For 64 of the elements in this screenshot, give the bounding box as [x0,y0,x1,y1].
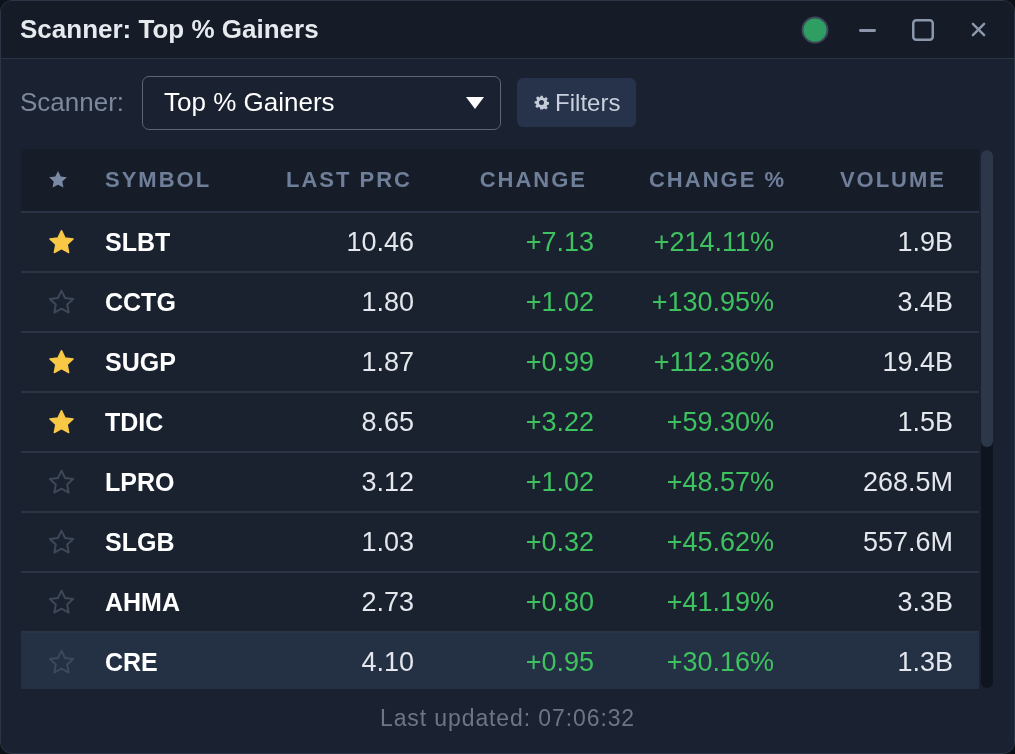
table-cell-text: +7.13 [524,226,594,258]
table-row[interactable]: SUGP 1.87 +0.99 +112.36% 19.4B [21,333,979,393]
table-cell-text: +0.80 [524,586,594,618]
table-cell-text: 1.9B [896,226,953,258]
table-row[interactable]: CRE 4.10 +0.95 +30.16% 1.3B [21,633,979,689]
table-cell-text: 3.12 [360,466,414,498]
table-cell-text: +41.19% [665,586,774,618]
table-row[interactable]: CCTG 1.80 +1.02 +130.95% 3.4B [21,273,979,333]
table-cell-text: 4.10 [360,646,414,678]
table-cell-text: +45.62% [665,526,774,558]
table-cell-text: 557.6M [861,526,953,558]
symbol-cell-text: LPRO [105,467,176,497]
table-cell-text: +130.95% [650,286,774,318]
scanner-label: Scanner: [20,87,125,118]
table-row[interactable]: SLGB 1.03 +0.32 +45.62% 557.6M [21,513,979,573]
column-header[interactable]: VOLUME [839,167,946,193]
minimize-icon[interactable] [859,29,876,32]
table-cell-text: +214.11% [652,226,774,258]
table-row[interactable]: SLBT 10.46 +7.13 +214.11% 1.9B [21,213,979,273]
column-header[interactable]: CHANGE % [649,167,786,193]
table-cell-text: +30.16% [665,646,774,678]
column-header[interactable]: LAST PRC [286,167,412,193]
symbol-cell-text: SLGB [105,527,176,557]
table-cell-text: +112.36% [652,346,774,378]
gear-icon [534,95,550,110]
filters-button[interactable]: Filters [517,78,637,127]
symbol-cell-text: CCTG [105,287,177,317]
table-cell-text: +0.32 [524,526,594,558]
symbol-cell-text: TDIC [105,407,165,437]
table-row[interactable]: TDIC 8.65 +3.22 +59.30% 1.5B [21,393,979,453]
table-cell-text: 1.80 [360,286,414,318]
table-cell-text: 19.4B [881,346,953,378]
table-cell-text: 8.65 [360,406,414,438]
maximize-icon[interactable] [912,18,934,41]
table-row[interactable]: LPRO 3.12 +1.02 +48.57% 268.5M [21,453,979,513]
table-cell-text: 268.5M [861,466,953,498]
table-cell-text: 1.03 [360,526,414,558]
column-header[interactable]: SYMBOL [105,167,212,193]
table-cell-text: +1.02 [524,466,594,498]
table-cell-text: 2.73 [360,586,414,618]
table-cell-text: +0.99 [524,346,594,378]
table-cell-text: +48.57% [665,466,774,498]
last-updated-text: Last updated: 07:06:32 [379,704,636,732]
table-cell-text: 1.5B [896,406,953,438]
symbol-cell-text: AHMA [105,587,181,617]
symbol-cell-text: SLBT [105,227,172,257]
scrollbar-thumb[interactable] [981,150,993,447]
table-cell-text: +0.95 [524,646,594,678]
symbol-cell-text: CRE [105,647,159,677]
caret-icon [466,96,485,109]
column-header[interactable]: CHANGE [479,167,587,193]
scrollbar[interactable] [981,150,993,688]
table-cell-text: 3.4B [896,286,953,318]
scanner-select[interactable]: Top % Gainers [142,75,502,130]
table-cell-text: 1.87 [360,346,414,378]
table-cell-text: 1.3B [896,646,953,678]
close-icon[interactable] [971,22,986,37]
window-title: Scanner: Top % Gainers [20,14,319,45]
table-cell-text: 3.3B [896,586,953,618]
symbol-cell-text: SUGP [105,347,177,377]
table-cell-text: +3.22 [524,406,594,438]
table-cell-text: 10.46 [345,226,414,258]
table-cell-text: +1.02 [524,286,594,318]
table-cell-text: +59.30% [665,406,774,438]
